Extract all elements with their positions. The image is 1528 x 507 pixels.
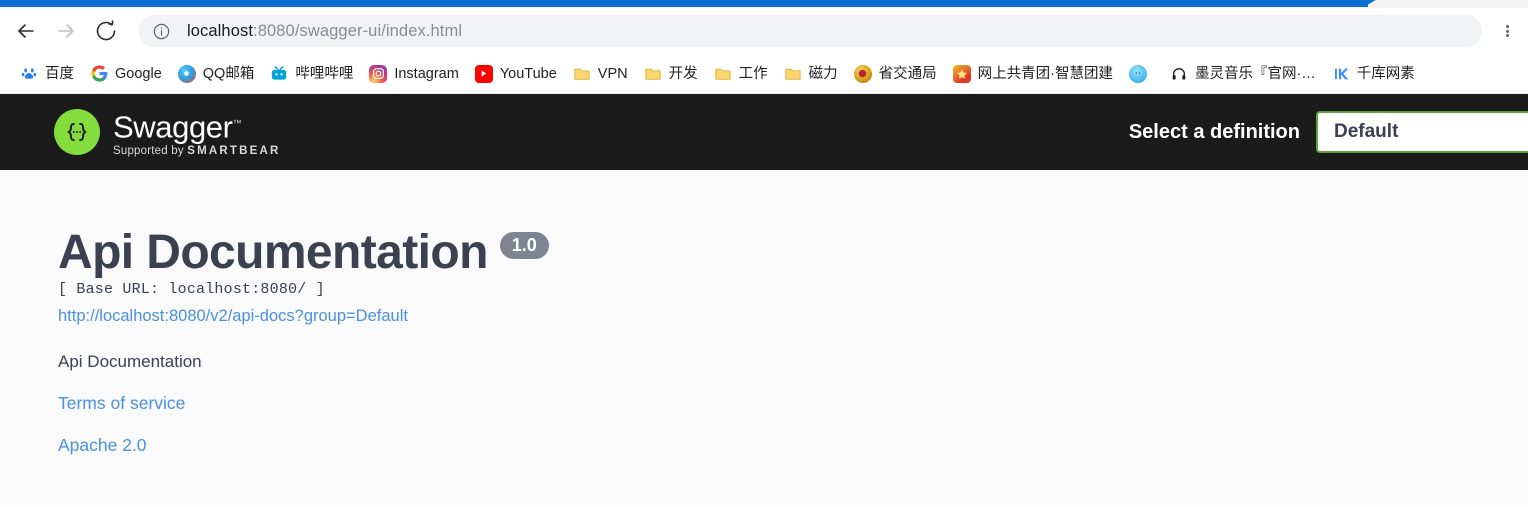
page-title: Api Documentation bbox=[58, 226, 488, 279]
youth-league-icon bbox=[952, 64, 971, 83]
supported-by-prefix: Supported by bbox=[113, 144, 184, 157]
browser-chrome: localhost:8080/swagger-ui/index.html 百度 bbox=[0, 0, 1528, 94]
browser-toolbar: localhost:8080/swagger-ui/index.html bbox=[0, 8, 1528, 54]
kebab-menu-icon bbox=[1505, 25, 1509, 28]
swagger-info-container: Api Documentation 1.0 [ Base URL: localh… bbox=[0, 170, 1528, 506]
title-row: Api Documentation 1.0 bbox=[58, 228, 1528, 278]
google-icon bbox=[90, 64, 108, 83]
bookmarks-bar: 百度 Google QQ邮箱 哔哩哔哩 Instagram YouTube VP… bbox=[0, 54, 1528, 94]
swagger-topbar: Swagger™ Supported by SMARTBEAR Select a… bbox=[0, 94, 1528, 170]
bookmark-qiankuwang[interactable]: 千库网素 bbox=[1324, 60, 1423, 88]
swagger-wordmark: Swagger™ bbox=[113, 107, 281, 143]
bookmark-folder-work[interactable]: 工作 bbox=[706, 60, 776, 88]
definition-selector-area: Select a definition Default bbox=[1129, 111, 1528, 153]
youtube-icon bbox=[474, 64, 493, 83]
swagger-braces-icon bbox=[54, 108, 100, 155]
folder-icon bbox=[784, 65, 802, 83]
forward-button bbox=[46, 11, 86, 51]
address-bar[interactable]: localhost:8080/swagger-ui/index.html bbox=[138, 15, 1482, 47]
active-tab[interactable] bbox=[0, 0, 1378, 7]
definition-select[interactable]: Default bbox=[1316, 111, 1528, 153]
url-host: localhost bbox=[187, 21, 254, 40]
bookmark-moling-music[interactable]: 墨灵音乐『官网·… bbox=[1162, 60, 1324, 88]
base-url-text: [ Base URL: localhost:8080/ ] bbox=[58, 281, 325, 298]
reload-button[interactable] bbox=[86, 11, 126, 51]
bookmark-label: 工作 bbox=[738, 65, 768, 82]
definition-select-value: Default bbox=[1334, 121, 1399, 142]
bookmark-qq-mail[interactable]: QQ邮箱 bbox=[170, 60, 263, 88]
bookmark-baidu[interactable]: 百度 bbox=[12, 60, 82, 88]
qq-mail-icon bbox=[177, 64, 196, 83]
bookmark-label: Google bbox=[115, 65, 162, 82]
terms-of-service-link[interactable]: Terms of service bbox=[58, 393, 1528, 414]
bookmark-bilibili[interactable]: 哔哩哔哩 bbox=[262, 60, 361, 88]
bookmark-label: VPN bbox=[597, 65, 628, 82]
version-badge: 1.0 bbox=[499, 232, 549, 259]
url-path: :8080/swagger-ui/index.html bbox=[253, 21, 463, 40]
bookmark-label: 千库网素 bbox=[1356, 65, 1415, 82]
supported-by-line: Supported by SMARTBEAR bbox=[113, 145, 281, 157]
bookmark-youtube[interactable]: YouTube bbox=[467, 60, 565, 88]
reload-icon bbox=[94, 19, 118, 43]
trademark-symbol: ™ bbox=[232, 118, 242, 129]
bookmark-label: Instagram bbox=[394, 65, 459, 82]
bookmark-label: 网上共青团·智慧团建 bbox=[977, 65, 1113, 82]
bookmark-google[interactable]: Google bbox=[82, 60, 170, 88]
bookmark-folder-magnet[interactable]: 磁力 bbox=[776, 60, 846, 88]
bookmark-label: 省交通局 bbox=[878, 65, 937, 82]
folder-icon bbox=[714, 65, 732, 83]
bookmark-label: 哔哩哔哩 bbox=[295, 65, 354, 82]
arrow-left-icon bbox=[14, 19, 38, 43]
swagger-logo[interactable]: Swagger™ Supported by SMARTBEAR bbox=[54, 107, 281, 157]
license-link[interactable]: Apache 2.0 bbox=[58, 435, 1528, 456]
bookmark-label: YouTube bbox=[499, 65, 557, 82]
instagram-icon bbox=[369, 64, 388, 83]
select-definition-label: Select a definition bbox=[1128, 120, 1300, 143]
headphones-icon bbox=[1169, 64, 1188, 83]
baidu-icon bbox=[20, 64, 38, 83]
bookmark-label: QQ邮箱 bbox=[202, 65, 255, 82]
api-description: Api Documentation bbox=[58, 352, 202, 371]
bookmark-label: 百度 bbox=[45, 65, 74, 82]
bookmark-youth-league[interactable]: 网上共青团·智慧团建 bbox=[945, 60, 1121, 88]
browser-menu-button[interactable] bbox=[1492, 11, 1522, 51]
bilibili-icon bbox=[270, 64, 289, 83]
kebab-menu-icon bbox=[1505, 34, 1509, 37]
bookmark-bird-site[interactable] bbox=[1121, 60, 1162, 88]
bookmark-folder-vpn[interactable]: VPN bbox=[565, 60, 636, 88]
folder-icon bbox=[573, 65, 591, 83]
ik-icon bbox=[1331, 64, 1350, 83]
swagger-wordmark-text: Swagger bbox=[113, 109, 233, 145]
address-bar-url[interactable]: localhost:8080/swagger-ui/index.html bbox=[187, 22, 462, 41]
gov-emblem-icon bbox=[853, 64, 872, 83]
back-button[interactable] bbox=[6, 11, 46, 51]
bookmark-instagram[interactable]: Instagram bbox=[361, 60, 466, 88]
bookmark-label: 墨灵音乐『官网·… bbox=[1194, 65, 1316, 82]
bookmark-folder-dev[interactable]: 开发 bbox=[636, 60, 706, 88]
bookmark-label: 磁力 bbox=[808, 65, 838, 82]
smartbear-brand: SMARTBEAR bbox=[187, 144, 281, 157]
tab-strip bbox=[0, 0, 1528, 8]
folder-icon bbox=[644, 65, 662, 83]
arrow-right-icon bbox=[54, 19, 78, 43]
kebab-menu-icon bbox=[1505, 29, 1509, 33]
bookmark-provincial-transport-bureau[interactable]: 省交通局 bbox=[846, 60, 945, 88]
bookmark-label: 开发 bbox=[668, 65, 698, 82]
api-docs-link[interactable]: http://localhost:8080/v2/api-docs?group=… bbox=[58, 307, 408, 326]
info-circle-icon[interactable] bbox=[152, 22, 171, 41]
bird-icon bbox=[1128, 64, 1147, 83]
